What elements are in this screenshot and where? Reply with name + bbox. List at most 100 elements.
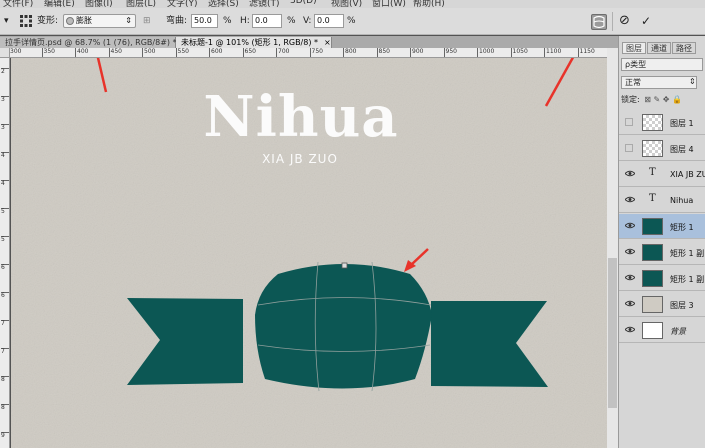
layer-row[interactable]: 矩形 1 — [619, 214, 705, 239]
toggle-warp-mode-button[interactable] — [591, 14, 607, 30]
menu-item-9[interactable]: 窗口(W) — [372, 0, 406, 8]
tab-layers[interactable]: 图层 — [622, 42, 646, 54]
layer-row[interactable]: 矩形 1 副 — [619, 240, 705, 265]
ruler-origin[interactable] — [0, 48, 10, 58]
ruler-tick-label: 8 — [1, 404, 9, 411]
v-distort-label: V: — [303, 16, 312, 26]
layer-row[interactable]: T Nihua — [619, 188, 705, 213]
headline-text[interactable]: Nihua — [181, 84, 421, 150]
eye-icon[interactable] — [624, 274, 636, 282]
tab-paths[interactable]: 路径 — [672, 42, 696, 54]
layer-thumbnail — [642, 218, 663, 235]
warp-grid-icon[interactable] — [19, 13, 33, 29]
layer-row[interactable]: 图层 3 — [619, 292, 705, 317]
ruler-tick-label: 450 — [108, 48, 122, 57]
layer-filter-select[interactable]: ρ类型 — [621, 58, 703, 71]
warp-style-select[interactable]: 膨胀 ⇕ — [63, 14, 136, 28]
layer-name: 图层 4 — [670, 145, 694, 154]
horizontal-ruler[interactable]: 300 350 400 450 500 550 600 650 700 750 800 850 900 9… — [10, 48, 607, 58]
warp-style-value: 膨胀 — [76, 16, 92, 25]
options-bar: ▾ 变形: 膨胀 ⇕ ⊞ 弯曲: 50.0 % H: 0.0 % V: 0.0 %… — [0, 8, 705, 35]
layer-name: 图层 3 — [670, 301, 694, 310]
warped-rectangle[interactable] — [255, 264, 432, 389]
menu-item-3[interactable]: 图层(L) — [126, 0, 156, 8]
tab-label: 拉手详情页.psd @ 68.7% (1 (76), RGB/8#) * — [5, 38, 177, 47]
layer-filter[interactable]: ρ类型 — [621, 58, 705, 72]
menu-item-10[interactable]: 帮助(H) — [413, 0, 445, 8]
layer-thumbnail — [642, 322, 663, 339]
lock-icons[interactable]: ⊠ ✎ ✥ 🔒 — [644, 95, 682, 104]
menu-item-1[interactable]: 编辑(E) — [44, 0, 75, 8]
cancel-transform-icon[interactable]: ⊘ — [619, 13, 630, 29]
layer-thumbnail — [642, 270, 663, 287]
layer-name: 矩形 1 — [670, 223, 694, 232]
tab-document-2[interactable]: 未标题-1 @ 101% (矩形 1, RGB/8) * × — [176, 37, 332, 48]
tab-close-icon[interactable]: × — [324, 38, 331, 47]
document-canvas[interactable]: Nihua XIA JB ZUO — [11, 58, 607, 448]
ruler-tick-label: 4 — [1, 180, 9, 187]
vertical-ruler[interactable]: 2 3 3 4 4 5 5 6 6 7 7 8 8 9 — [0, 58, 10, 448]
menu-item-4[interactable]: 文字(Y) — [167, 0, 198, 8]
eye-icon[interactable] — [624, 222, 636, 230]
ruler-tick-label: 7 — [1, 320, 9, 327]
ruler-tick-label: 1150 — [577, 48, 595, 57]
layer-row[interactable]: 背景 — [619, 318, 705, 343]
warp-label: 变形: — [37, 16, 59, 26]
h-distort-label: H: — [240, 16, 250, 26]
blend-mode-select[interactable]: 正常 — [621, 76, 697, 89]
layer-thumbnail — [642, 114, 663, 131]
eye-icon[interactable] — [624, 196, 636, 204]
layer-row[interactable]: 图层 4 — [619, 136, 705, 161]
tool-preset-chevron-icon[interactable]: ▾ — [4, 13, 9, 29]
menu-item-5[interactable]: 选择(S) — [208, 0, 239, 8]
blend-mode[interactable]: 正常 ⇕ — [621, 76, 705, 90]
ruler-tick-label: 1000 — [477, 48, 494, 57]
tab-channels[interactable]: 通道 — [647, 42, 671, 54]
menu-item-6[interactable]: 滤镜(T) — [249, 0, 280, 8]
ruler-tick-label: 350 — [41, 48, 55, 57]
ruler-tick-label: 950 — [443, 48, 457, 57]
v-distort-input[interactable]: 0.0 — [314, 14, 344, 28]
layer-thumbnail — [642, 244, 663, 261]
menu-item-0[interactable]: 文件(F) — [3, 0, 33, 8]
change-orientation-icon[interactable]: ⊞ — [143, 13, 151, 29]
bend-input[interactable]: 50.0 — [191, 14, 218, 28]
document-tabs: 拉手详情页.psd @ 68.7% (1 (76), RGB/8#) *× 未标… — [0, 36, 618, 48]
dropdown-arrow-icon: ⇕ — [689, 77, 696, 86]
ruler-tick-label: 4 — [1, 152, 9, 159]
ruler-tick-label: 6 — [1, 264, 9, 271]
eye-icon[interactable] — [624, 248, 636, 256]
eye-icon[interactable] — [624, 300, 636, 308]
bend-label: 弯曲: — [166, 16, 188, 26]
ruler-tick-label: 5 — [1, 236, 9, 243]
menu-item-8[interactable]: 视图(V) — [331, 0, 362, 8]
h-distort-input[interactable]: 0.0 — [252, 14, 282, 28]
eye-icon[interactable] — [624, 326, 636, 334]
ruler-tick-label: 800 — [343, 48, 356, 57]
ruler-tick-label: 900 — [410, 48, 423, 57]
warp-control-point[interactable] — [341, 262, 348, 269]
commit-transform-icon[interactable]: ✓ — [641, 13, 651, 29]
warp-style-icon — [66, 16, 74, 25]
menu-item-2[interactable]: 图像(I) — [85, 0, 113, 8]
subhead-text[interactable]: XIA JB ZUO — [200, 152, 400, 166]
ruler-tick-label: 5 — [1, 208, 9, 215]
menu-item-7[interactable]: 3D(D) — [290, 0, 317, 6]
text-layer-icon: T — [649, 193, 656, 204]
layer-row[interactable]: 图层 1 — [619, 110, 705, 135]
lock-row: 锁定: ⊠ ✎ ✥ 🔒 — [621, 94, 705, 108]
ruler-tick-label: 1100 — [544, 48, 561, 57]
eye-hidden-icon[interactable] — [625, 118, 635, 126]
layer-name: Nihua — [670, 196, 694, 205]
scrollbar-thumb[interactable] — [608, 258, 617, 408]
eye-icon[interactable] — [624, 170, 636, 178]
ruler-tick-label: 2 — [1, 68, 9, 75]
ruler-tick-label: 500 — [142, 48, 155, 57]
dropdown-arrow-icon: ⇕ — [125, 16, 132, 25]
tab-document-1[interactable]: 拉手详情页.psd @ 68.7% (1 (76), RGB/8#) *× — [0, 37, 189, 48]
vertical-scrollbar[interactable] — [607, 48, 618, 448]
ruler-tick-label: 600 — [209, 48, 222, 57]
eye-hidden-icon[interactable] — [625, 144, 635, 152]
layer-row[interactable]: 矩形 1 副 — [619, 266, 705, 291]
layer-row[interactable]: T XIA JB ZUO — [619, 162, 705, 187]
